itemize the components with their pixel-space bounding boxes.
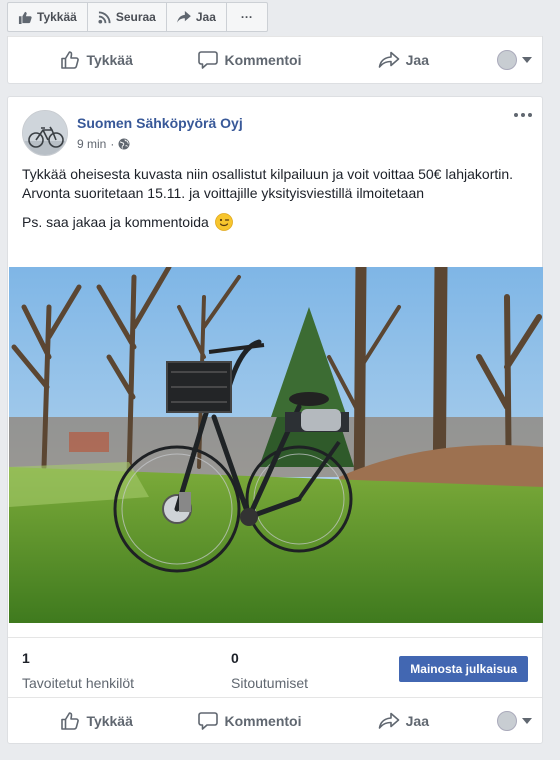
more-dot-icon: [514, 113, 518, 117]
prev-like-label: Tykkää: [86, 51, 133, 68]
prev-share-button[interactable]: Jaa: [327, 51, 480, 69]
thumbs-up-icon: [18, 11, 32, 24]
previous-post-actions: Tykkää Kommentoi Jaa: [8, 36, 542, 82]
post-paragraph-1: Tykkää oheisesta kuvasta niin osallistut…: [22, 166, 514, 201]
rss-icon: [98, 10, 111, 24]
post-actions: Tykkää Kommentoi Jaa: [8, 697, 542, 743]
engagement-stat: 0 Sitoutumiset: [231, 650, 308, 691]
page-share-button[interactable]: Jaa: [167, 3, 227, 31]
more-label: ···: [240, 10, 253, 24]
page-like-label: Tykkää: [37, 10, 77, 24]
prev-share-label: Jaa: [405, 51, 429, 68]
page-avatar-small: [496, 49, 517, 70]
bicycle-avatar-icon: [23, 111, 67, 155]
page-avatar[interactable]: [22, 110, 68, 156]
prev-like-button[interactable]: Tykkää: [20, 50, 173, 70]
audience-selector[interactable]: [480, 710, 532, 731]
thumbs-up-outline-icon: [61, 50, 80, 69]
previous-post-card: Tykkää Kommentoi Jaa: [7, 36, 543, 84]
post-insights: 1 Tavoitetut henkilöt 0 Sitoutumiset Mai…: [8, 637, 542, 697]
meta-separator: ·: [110, 137, 115, 151]
post-paragraph-2: Ps. saa jakaa ja kommentoida: [22, 213, 528, 232]
more-dot-icon: [521, 113, 525, 117]
page-name-link[interactable]: Suomen Sähköpyörä Oyj: [77, 115, 243, 131]
engagement-value: 0: [231, 650, 239, 666]
like-button[interactable]: Tykkää: [20, 711, 173, 731]
post-time[interactable]: 9 min: [77, 137, 106, 151]
comment-label: Kommentoi: [224, 712, 302, 729]
prev-audience-selector[interactable]: [480, 49, 532, 70]
page-like-button[interactable]: Tykkää: [8, 3, 88, 31]
prev-comment-label: Kommentoi: [224, 51, 302, 68]
page-follow-label: Seuraa: [115, 10, 156, 24]
page-share-label: Jaa: [195, 10, 216, 24]
page-avatar-small: [496, 710, 517, 731]
post-paragraph-2-text: Ps. saa jakaa ja kommentoida: [22, 214, 209, 230]
thumbs-up-outline-icon: [61, 711, 80, 730]
bicycle-photo: [9, 267, 543, 623]
winking-face-icon: [214, 213, 233, 231]
post-header: Suomen Sähköpyörä Oyj 9 min ·: [8, 97, 542, 165]
post-photo[interactable]: [9, 267, 543, 623]
more-dot-icon: [528, 113, 532, 117]
like-label: Tykkää: [86, 712, 133, 729]
post-meta: 9 min ·: [77, 137, 130, 151]
share-label: Jaa: [405, 712, 429, 729]
page-action-bar: Tykkää Seuraa Jaa ···: [7, 2, 268, 32]
comment-icon: [198, 712, 219, 730]
reach-stat: 1 Tavoitetut henkilöt: [22, 650, 134, 691]
prev-comment-button[interactable]: Kommentoi: [173, 50, 326, 69]
comment-icon: [198, 51, 219, 69]
share-button[interactable]: Jaa: [327, 712, 480, 730]
post-text: Tykkää oheisesta kuvasta niin osallistut…: [8, 165, 542, 232]
post-options-button[interactable]: [514, 113, 532, 117]
page-follow-button[interactable]: Seuraa: [88, 3, 167, 31]
chevron-down-icon: [521, 717, 532, 724]
share-icon: [378, 712, 399, 729]
boost-post-button[interactable]: Mainosta julkaisua: [399, 656, 528, 682]
share-arrow-icon: [176, 11, 191, 23]
share-icon: [378, 51, 399, 68]
engagement-label: Sitoutumiset: [231, 675, 309, 691]
chevron-down-icon: [521, 56, 532, 63]
page-more-button[interactable]: ···: [227, 3, 267, 31]
comment-button[interactable]: Kommentoi: [173, 711, 326, 730]
reach-label: Tavoitetut henkilöt: [22, 675, 135, 691]
globe-icon[interactable]: [118, 138, 130, 150]
reach-value: 1: [22, 650, 30, 666]
post-card: Suomen Sähköpyörä Oyj 9 min · Tykkää ohe…: [7, 96, 543, 744]
